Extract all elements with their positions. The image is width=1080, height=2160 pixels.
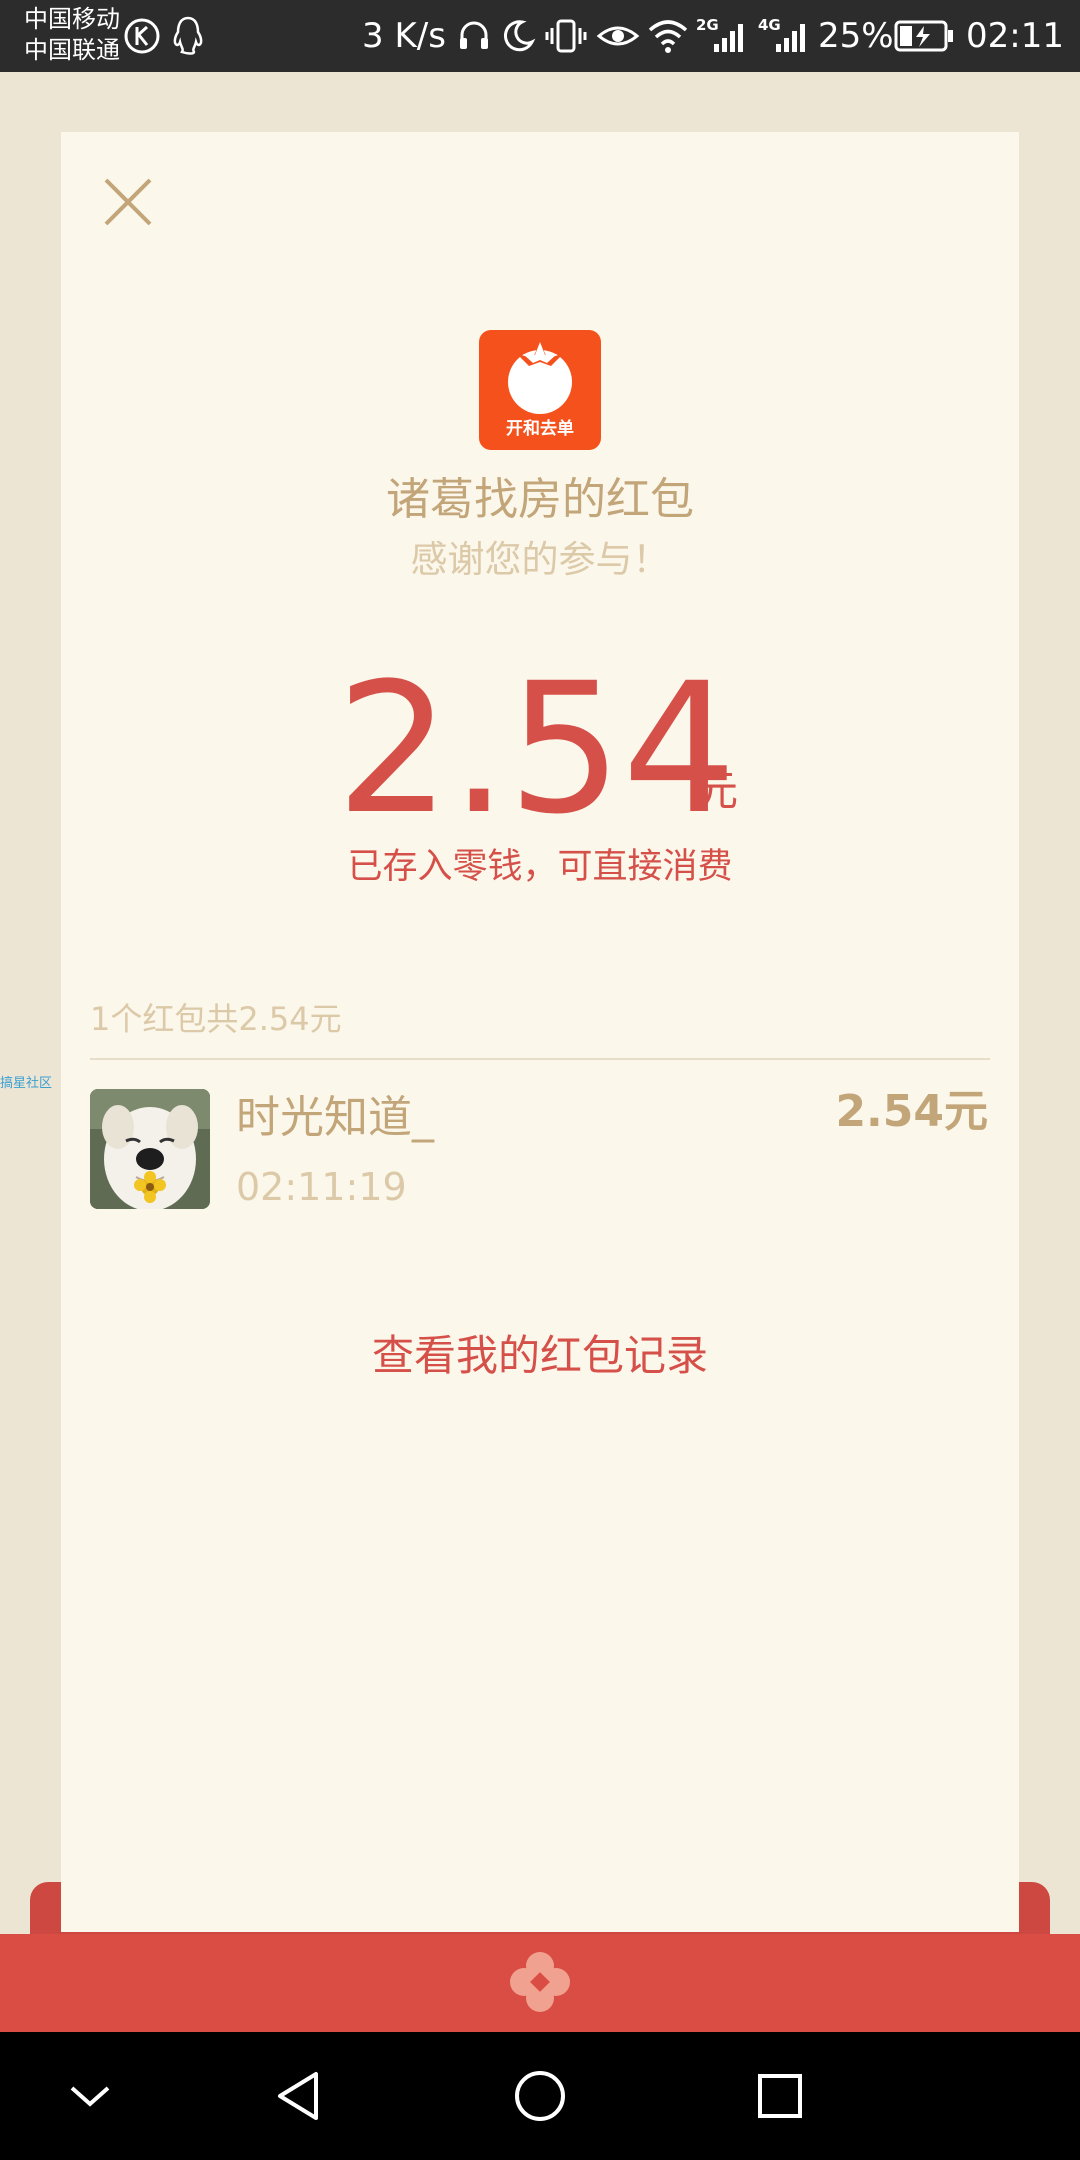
receiver-amount: 2.54元 — [835, 1086, 988, 1137]
divider — [90, 1058, 990, 1060]
status-bar: 中国移动 中国联通 3 K/s 2G 4G 25% 02:11 — [0, 0, 1080, 72]
carrier-2: 中国联通 — [24, 36, 120, 64]
receiver-name: 时光知道_ — [236, 1092, 434, 1143]
vibrate-icon — [545, 19, 587, 53]
tomato-icon — [508, 342, 572, 414]
signal-icon — [714, 24, 743, 52]
carrier-info: 中国移动 中国联通 — [24, 4, 120, 66]
back-icon[interactable] — [260, 2056, 340, 2136]
view-records-link[interactable]: 查看我的红包记录 — [0, 1328, 1080, 1384]
chevron-down-icon[interactable] — [50, 2056, 130, 2136]
battery-percent: 25% — [818, 16, 894, 56]
eye-comfort-icon — [596, 26, 640, 46]
side-watermark: 搞星社区 — [0, 1076, 53, 1091]
k-app-icon — [124, 18, 160, 54]
dog-avatar-image — [90, 1089, 210, 1209]
flower-emblem-icon — [510, 1952, 570, 2012]
received-amount: 2.54 — [336, 645, 737, 854]
navigation-bar — [0, 2032, 1080, 2160]
battery-icon — [894, 20, 953, 52]
qq-icon — [173, 16, 203, 55]
close-icon[interactable] — [102, 176, 154, 228]
sender-logo: 开和去单 — [479, 330, 601, 450]
sender-title: 诸葛找房的红包 — [386, 474, 694, 525]
carrier-1: 中国移动 — [24, 5, 120, 33]
packet-summary: 1个红包共2.54元 — [90, 1000, 342, 1038]
network-speed: 3 K/s — [362, 16, 446, 56]
moon-icon — [503, 20, 536, 52]
home-icon[interactable] — [500, 2056, 580, 2136]
logo-text: 开和去单 — [506, 419, 574, 439]
clock: 02:11 — [966, 16, 1064, 56]
stored-note: 已存入零钱，可直接消费 — [347, 847, 733, 887]
thanks-message: 感谢您的参与！ — [410, 538, 670, 581]
signal-icon — [776, 24, 805, 52]
recents-icon[interactable] — [740, 2056, 820, 2136]
currency-unit: 元 — [696, 766, 739, 815]
receive-time: 02:11:19 — [236, 1165, 407, 1209]
avatar[interactable] — [90, 1089, 210, 1209]
headset-icon — [460, 21, 488, 49]
wifi-icon — [648, 20, 688, 53]
